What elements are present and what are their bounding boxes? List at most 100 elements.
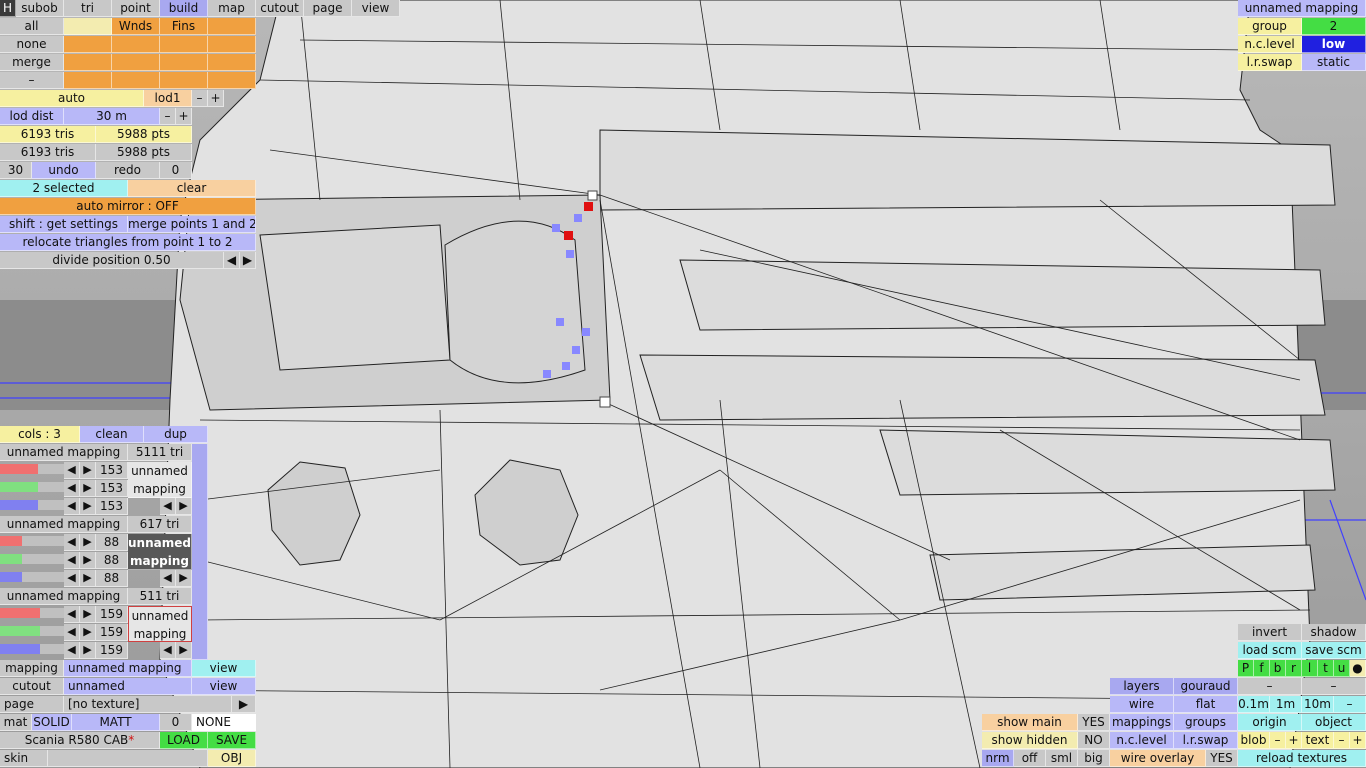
red-slider[interactable] — [0, 608, 64, 618]
tab-tri[interactable]: tri — [64, 0, 112, 17]
object-button[interactable]: object — [1302, 714, 1366, 731]
arrow-left-icon[interactable]: ◀ — [160, 642, 176, 659]
arrow-left-icon[interactable]: ◀ — [64, 462, 80, 479]
arrow-right-icon[interactable]: ▶ — [176, 642, 192, 659]
mapping-preview[interactable]: unnamed mapping — [128, 606, 192, 642]
arrow-left-icon[interactable]: ◀ — [64, 606, 80, 623]
page-select[interactable]: [no texture] — [64, 696, 232, 713]
mat-number[interactable]: 0 — [160, 714, 192, 731]
arrow-right-icon[interactable]: ▶ — [80, 642, 96, 659]
group-slot[interactable] — [112, 72, 160, 89]
arrow-right-icon[interactable]: ▶ — [176, 570, 192, 587]
arrow-left-icon[interactable]: ◀ — [224, 252, 240, 269]
fins-button[interactable]: Fins — [160, 18, 208, 35]
arrow-right-icon[interactable]: ▶ — [80, 570, 96, 587]
arrow-right-icon[interactable]: ▶ — [80, 498, 96, 515]
dist-1m-button[interactable]: 1m — [1270, 696, 1302, 713]
view-l-button[interactable]: l — [1302, 660, 1318, 677]
model-name[interactable]: Scania R580 CAB* — [0, 732, 160, 749]
group-value[interactable]: 2 — [1302, 18, 1366, 35]
auto-button[interactable]: auto — [0, 90, 144, 107]
size-sml-button[interactable]: sml — [1046, 750, 1078, 767]
merge-points-button[interactable]: merge points 1 and 2 — [128, 216, 256, 233]
group-slot[interactable] — [208, 18, 256, 35]
arrow-right-icon[interactable]: ▶ — [80, 534, 96, 551]
divide-position-slider[interactable]: divide position 0.50 — [0, 252, 224, 269]
group-slot[interactable] — [112, 54, 160, 71]
auto-mirror-toggle[interactable]: auto mirror : OFF — [0, 198, 256, 215]
groups-button[interactable]: groups — [1174, 714, 1238, 731]
group-slot[interactable] — [208, 54, 256, 71]
group-slot[interactable] — [160, 72, 208, 89]
mapping-preview[interactable]: unnamed mapping — [128, 462, 192, 498]
group-slot[interactable] — [208, 36, 256, 53]
arrow-left-icon[interactable]: ◀ — [64, 498, 80, 515]
group-slot[interactable] — [64, 54, 112, 71]
arrow-left-icon[interactable]: ◀ — [160, 498, 176, 515]
group-slot[interactable] — [64, 72, 112, 89]
dist-10m-button[interactable]: 10m — [1302, 696, 1334, 713]
text-button[interactable]: text — [1302, 732, 1334, 749]
origin-button[interactable]: origin — [1238, 714, 1302, 731]
invert-button[interactable]: invert — [1238, 624, 1302, 641]
wnds-button[interactable]: Wnds — [112, 18, 160, 35]
matt-button[interactable]: MATT — [72, 714, 160, 731]
arrow-left-icon[interactable]: ◀ — [64, 480, 80, 497]
mapping-entry-name[interactable]: unnamed mapping — [0, 444, 128, 461]
arrow-right-icon[interactable]: ▶ — [80, 480, 96, 497]
color-value[interactable]: 159 — [96, 606, 128, 623]
red-slider[interactable] — [0, 536, 64, 546]
size-big-button[interactable]: big — [1078, 750, 1110, 767]
clear-button[interactable]: clear — [128, 180, 256, 197]
mapping-entry-name[interactable]: unnamed mapping — [0, 516, 128, 533]
tab-h[interactable]: H — [0, 0, 16, 17]
blob-plus-button[interactable]: + — [1286, 732, 1302, 749]
shift-get-settings-button[interactable]: shift : get settings — [0, 216, 128, 233]
lod-minus-button[interactable]: – — [192, 90, 208, 107]
view-r-button[interactable]: r — [1286, 660, 1302, 677]
lod-dist-plus-button[interactable]: + — [176, 108, 192, 125]
view-f-button[interactable]: f — [1254, 660, 1270, 677]
color-value[interactable]: 88 — [96, 534, 128, 551]
color-value[interactable]: 153 — [96, 498, 128, 515]
view-p-button[interactable]: P — [1238, 660, 1254, 677]
lod-select[interactable]: lod1 — [144, 90, 192, 107]
arrow-right-icon[interactable]: ▶ — [176, 498, 192, 515]
mappings-button[interactable]: mappings — [1110, 714, 1174, 731]
color-value[interactable]: 88 — [96, 552, 128, 569]
merge-button[interactable]: merge — [0, 54, 64, 71]
page-arrow-icon[interactable]: ▶ — [232, 696, 256, 713]
arrow-left-icon[interactable]: ◀ — [160, 570, 176, 587]
cutout-select[interactable]: unnamed — [64, 678, 192, 695]
view-t-button[interactable]: t — [1318, 660, 1334, 677]
show-hidden-label[interactable]: show hidden — [982, 732, 1078, 749]
nclevel-value[interactable]: low — [1302, 36, 1366, 53]
select-none-button[interactable]: none — [0, 36, 64, 53]
arrow-right-icon[interactable]: ▶ — [80, 606, 96, 623]
skin-field[interactable] — [48, 750, 208, 767]
green-slider[interactable] — [0, 482, 64, 492]
view-u-button[interactable]: u — [1334, 660, 1350, 677]
lod-dist-value[interactable]: 30 m — [64, 108, 160, 125]
color-value[interactable]: 88 — [96, 570, 128, 587]
color-value[interactable]: 159 — [96, 642, 128, 659]
group-slot[interactable] — [64, 36, 112, 53]
relocate-triangles-button[interactable]: relocate triangles from point 1 to 2 — [0, 234, 256, 251]
mapping-header[interactable]: unnamed mapping — [1238, 0, 1366, 17]
save-scm-button[interactable]: save scm — [1302, 642, 1366, 659]
lrswap-button[interactable]: l.r.swap — [1174, 732, 1238, 749]
show-hidden-value[interactable]: NO — [1078, 732, 1110, 749]
flat-button[interactable]: flat — [1174, 696, 1238, 713]
arrow-left-icon[interactable]: ◀ — [64, 534, 80, 551]
blue-slider[interactable] — [0, 500, 64, 510]
arrow-right-icon[interactable]: ▶ — [240, 252, 256, 269]
blue-slider[interactable] — [0, 572, 64, 582]
group-slot[interactable] — [160, 36, 208, 53]
swatch[interactable] — [64, 18, 112, 35]
lrswap-value[interactable]: static — [1302, 54, 1366, 71]
arrow-right-icon[interactable]: ▶ — [80, 462, 96, 479]
red-slider[interactable] — [0, 464, 64, 474]
lod-dist-minus-button[interactable]: – — [160, 108, 176, 125]
arrow-left-icon[interactable]: ◀ — [64, 570, 80, 587]
color-value[interactable]: 159 — [96, 624, 128, 641]
